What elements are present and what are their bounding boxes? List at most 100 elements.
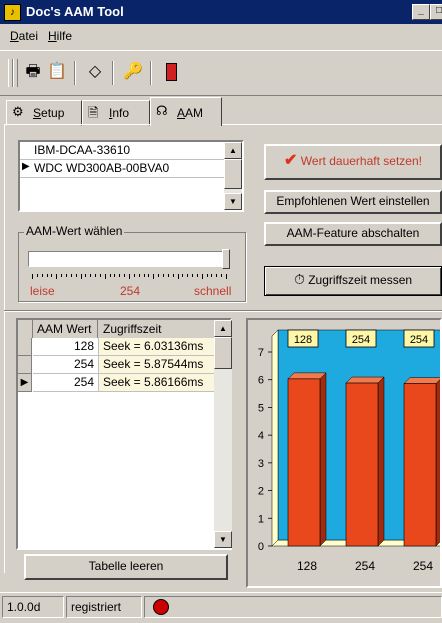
print-icon[interactable]: 🖶	[22, 61, 44, 83]
slider-tick	[133, 274, 135, 277]
slider-tick	[153, 274, 155, 279]
slider-tick	[226, 274, 227, 279]
toolbar-separator	[150, 61, 152, 85]
set-permanent-button[interactable]: ✔ Wert dauerhaft setzen!	[264, 144, 442, 180]
drive-list-scrollbar[interactable]: ▲ ▼	[224, 142, 242, 210]
slider-tick	[104, 274, 106, 279]
tab-info-label: Info	[109, 106, 130, 120]
tab-info[interactable]: 🗎 Info	[82, 100, 150, 126]
tab-aam[interactable]: ☊ AAM	[150, 97, 222, 126]
y-tick-label: 1	[258, 513, 264, 525]
table-scrollbar[interactable]: ▲ ▼	[214, 320, 232, 548]
minimize-button[interactable]: _	[412, 4, 430, 20]
slider-tick	[85, 274, 87, 277]
menu-bar: Datei Hilfe	[0, 26, 442, 46]
slider-tick	[56, 274, 58, 279]
menu-datei[interactable]: Datei	[10, 29, 38, 43]
aam-left-label: leise	[30, 284, 55, 298]
eraser-icon[interactable]: ◇	[84, 61, 106, 83]
slider-tick	[211, 274, 213, 277]
toolbar-separator	[74, 61, 76, 85]
toolbar-grip	[13, 59, 18, 87]
scroll-down-icon[interactable]: ▼	[224, 193, 242, 210]
scroll-up-icon[interactable]: ▲	[214, 320, 232, 337]
chart-side-wall	[271, 329, 279, 547]
slider-tick	[41, 274, 43, 277]
slider-track	[28, 251, 230, 267]
exit-door-icon[interactable]	[160, 61, 182, 83]
disable-aam-button[interactable]: AAM-Feature abschalten	[264, 222, 442, 246]
tab-setup[interactable]: ⚙ Setup	[6, 100, 82, 126]
recommended-value-button[interactable]: Empfohlenen Wert einstellen	[264, 190, 442, 214]
drive-list[interactable]: IBM-DCAA-33610 ▶ WDC WD300AB-00BVA0 ▲ ▼	[18, 140, 244, 212]
slider-tick	[192, 274, 194, 277]
status-indicator-panel	[144, 596, 442, 618]
slider-tick	[182, 274, 184, 277]
bar-top	[345, 376, 385, 384]
column-header-time[interactable]: Zugriffszeit	[99, 320, 214, 338]
slider-tick	[206, 274, 208, 277]
slider-tick	[187, 274, 189, 277]
cell-time: Seek = 5.87544ms	[99, 356, 214, 374]
list-item[interactable]: ▶ WDC WD300AB-00BVA0	[20, 160, 224, 178]
slider-tick	[46, 274, 48, 277]
slider-tick	[99, 274, 101, 277]
info-icon: 🗎	[88, 105, 99, 120]
bar-side	[435, 379, 440, 547]
list-item[interactable]: IBM-DCAA-33610	[20, 142, 224, 160]
row-pointer-icon: ▶	[22, 161, 30, 172]
x-tick-label: 128	[297, 559, 317, 573]
bar-top	[403, 377, 440, 384]
slider-tick	[109, 274, 111, 277]
maximize-button[interactable]: □	[430, 4, 442, 20]
x-tick-label: 254	[413, 559, 433, 573]
slider-tick	[114, 274, 116, 277]
slider-tick	[196, 274, 198, 277]
print-preview-icon[interactable]: 📋	[46, 61, 68, 83]
access-time-chart: 0 1 2 3 4 5 6 7 128 128 254 254 254 254	[246, 318, 442, 588]
y-tick-label: 5	[258, 402, 264, 414]
slider-tick	[148, 274, 150, 277]
scroll-up-icon[interactable]: ▲	[224, 142, 242, 159]
menu-hilfe[interactable]: Hilfe	[48, 29, 72, 43]
row-indicator-cell	[18, 356, 32, 374]
scroll-thumb[interactable]	[214, 337, 232, 369]
aam-group-title: AAM-Wert wählen	[24, 224, 125, 238]
scroll-thumb[interactable]	[224, 159, 242, 189]
scroll-down-icon[interactable]: ▼	[214, 531, 232, 548]
recommended-label: Empfohlenen Wert einstellen	[276, 194, 430, 208]
clear-table-button[interactable]: Tabelle leeren	[24, 554, 228, 580]
bar-side	[319, 372, 327, 547]
table-row[interactable]: ▶ 254 Seek = 5.86166ms	[18, 374, 214, 392]
slider-tick	[90, 274, 92, 277]
results-table[interactable]: AAM Wert Zugriffszeit 128 Seek = 6.03136m…	[16, 318, 232, 550]
bar	[345, 382, 379, 547]
aam-slider[interactable]	[28, 249, 230, 269]
bar-side	[377, 376, 385, 547]
slider-tick	[143, 274, 145, 277]
header-indicator-cell	[18, 320, 33, 338]
bar-chart: 0 1 2 3 4 5 6 7 128 128 254 254 254 254	[248, 320, 440, 586]
slider-tick	[75, 274, 77, 277]
drive-name: IBM-DCAA-33610	[34, 143, 131, 157]
y-tick-label: 3	[258, 458, 264, 470]
setup-icon: ⚙	[12, 104, 24, 119]
status-version: 1.0.0d	[2, 596, 64, 618]
tab-aam-label: AAM	[177, 106, 204, 120]
slider-tick	[32, 274, 33, 279]
slider-tick	[177, 274, 179, 279]
data-label: 254	[352, 334, 370, 346]
measure-access-time-button[interactable]: ⏱ Zugriffszeit messen	[264, 266, 442, 296]
slider-thumb[interactable]	[222, 249, 230, 269]
table-row[interactable]: 128 Seek = 6.03136ms	[18, 338, 214, 356]
column-header-aam[interactable]: AAM Wert	[33, 320, 98, 338]
slider-tick	[216, 274, 218, 277]
bar	[403, 383, 437, 547]
window-title: Doc's AAM Tool	[26, 4, 124, 19]
data-label: 128	[294, 334, 312, 346]
key-icon[interactable]: 🔑	[122, 61, 144, 83]
slider-tick	[124, 274, 126, 277]
slider-tick	[51, 274, 53, 277]
stopwatch-icon: ⏱	[293, 271, 305, 287]
table-row[interactable]: 254 Seek = 5.87544ms	[18, 356, 214, 374]
